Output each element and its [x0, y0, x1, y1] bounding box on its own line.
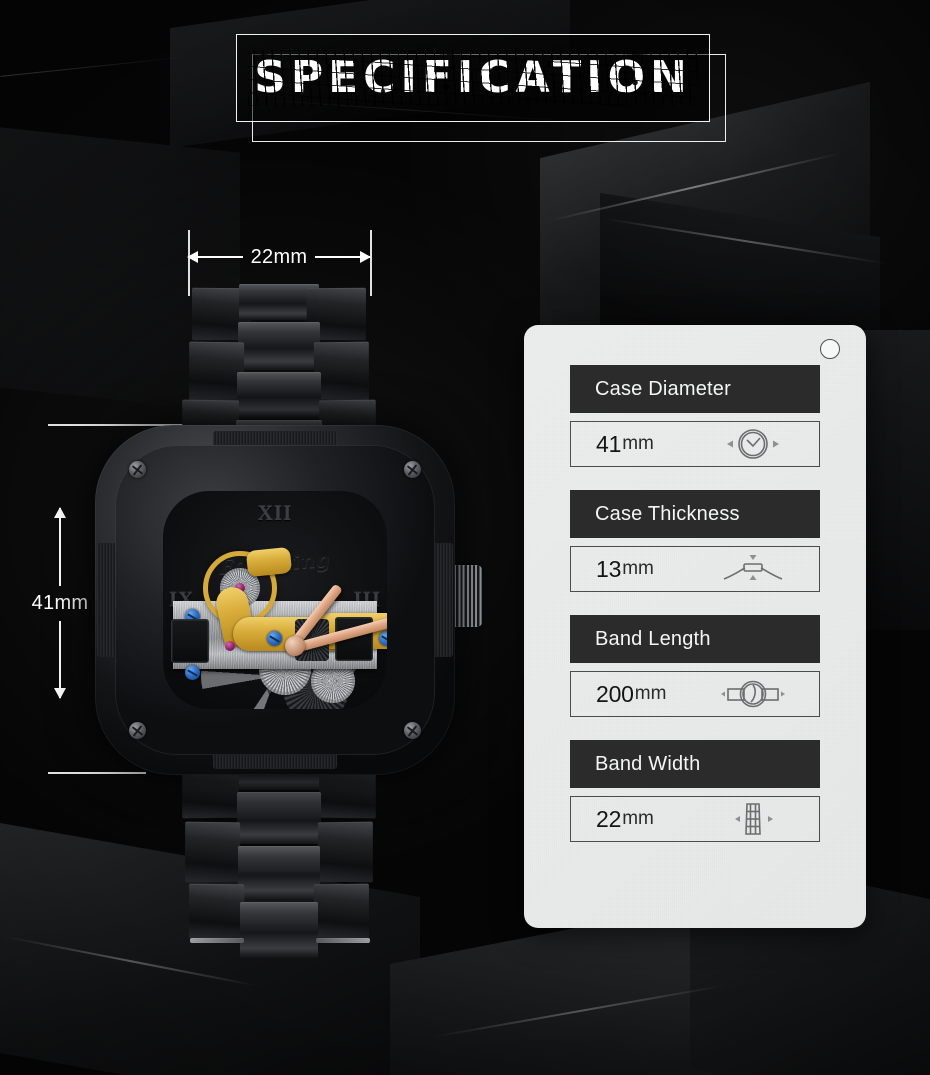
spec-row-case-thickness: Case Thickness 13 mm [570, 490, 820, 592]
bracelet-link [237, 792, 321, 844]
watch-dial: XII VI IX III Forsining [163, 491, 387, 709]
bracelet-link [189, 883, 245, 939]
panel-punch-hole-icon [820, 339, 840, 359]
spec-value-number: 13 [596, 555, 622, 582]
spec-value-band-length: 200 mm [570, 671, 820, 717]
spec-header-case-thickness: Case Thickness [570, 490, 820, 538]
watch-band-length-icon [717, 675, 789, 713]
specification-panel: Case Diameter 41 mm Case Thickness 13 mm [524, 325, 866, 928]
watch-bezel: XII VI IX III Forsining [115, 445, 435, 755]
bezel-screw-icon [404, 722, 421, 739]
clasp-edge [316, 938, 370, 943]
spec-label: Case Diameter [595, 377, 731, 400]
case-diameter-callout-label: 41mm [31, 591, 89, 614]
blue-screw-icon [185, 665, 200, 680]
band-width-callout-label: 22mm [250, 245, 308, 268]
bezel-screw-icon [404, 461, 421, 478]
spec-header-band-width: Band Width [570, 740, 820, 788]
product-image: 22mm 41mm XII IX III [0, 0, 520, 1075]
watch-case: XII VI IX III Forsining [95, 425, 455, 775]
blue-screw-icon [267, 631, 282, 646]
roman-numeral-xii: XII [257, 501, 293, 525]
gold-bridge [245, 546, 293, 578]
spec-value-case-thickness: 13 mm [570, 546, 820, 592]
arrow-down-icon [59, 620, 61, 698]
bracelet-link [317, 821, 373, 883]
spec-header-band-length: Band Length [570, 615, 820, 663]
bracelet-link [238, 846, 320, 900]
blue-screw-icon [379, 631, 387, 646]
bracelet-link [240, 902, 318, 958]
bracelet-link [185, 821, 241, 883]
spec-value-number: 200 [596, 680, 634, 707]
bezel-screw-icon [129, 461, 146, 478]
bracelet-link [238, 322, 320, 370]
bracelet-links-icon [717, 800, 789, 838]
bracelet-link [189, 341, 245, 401]
spec-value-case-diameter: 41 mm [570, 421, 820, 467]
band-width-callout: 22mm [188, 240, 370, 274]
spec-label: Case Thickness [595, 502, 740, 525]
guide-line-right [370, 230, 372, 296]
bracelet-link [313, 883, 369, 939]
case-diameter-callout: 41mm [22, 508, 98, 698]
spec-row-band-width: Band Width 22 mm [570, 740, 820, 842]
spec-value-unit: mm [634, 683, 667, 704]
spec-label: Band Length [595, 627, 711, 650]
spec-row-case-diameter: Case Diameter 41 mm [570, 365, 820, 467]
bracelet-link [237, 372, 321, 418]
bezel-screw-icon [129, 722, 146, 739]
bracelet-link [313, 341, 369, 401]
watch-side-profile-icon [717, 550, 789, 588]
spec-value-number: 22 [596, 805, 622, 832]
spec-value-unit: mm [622, 558, 654, 579]
spec-value-unit: mm [622, 808, 654, 829]
clasp-edge [190, 938, 244, 943]
arrow-left-icon [188, 256, 243, 258]
spec-value-unit: mm [622, 433, 654, 454]
spec-value-band-width: 22 mm [570, 796, 820, 842]
spec-header-case-diameter: Case Diameter [570, 365, 820, 413]
spec-label: Band Width [595, 752, 701, 775]
spec-value-number: 41 [596, 430, 622, 457]
arrow-up-icon [59, 508, 61, 586]
spec-row-band-length: Band Length 200 mm [570, 615, 820, 717]
jewel-bearing [225, 641, 235, 651]
leader-line-bottom [48, 772, 146, 774]
watch-case-circle-icon [717, 425, 789, 463]
hands-center-cap [285, 636, 305, 656]
movement-block-left [171, 619, 209, 663]
arrow-right-icon [315, 256, 370, 258]
